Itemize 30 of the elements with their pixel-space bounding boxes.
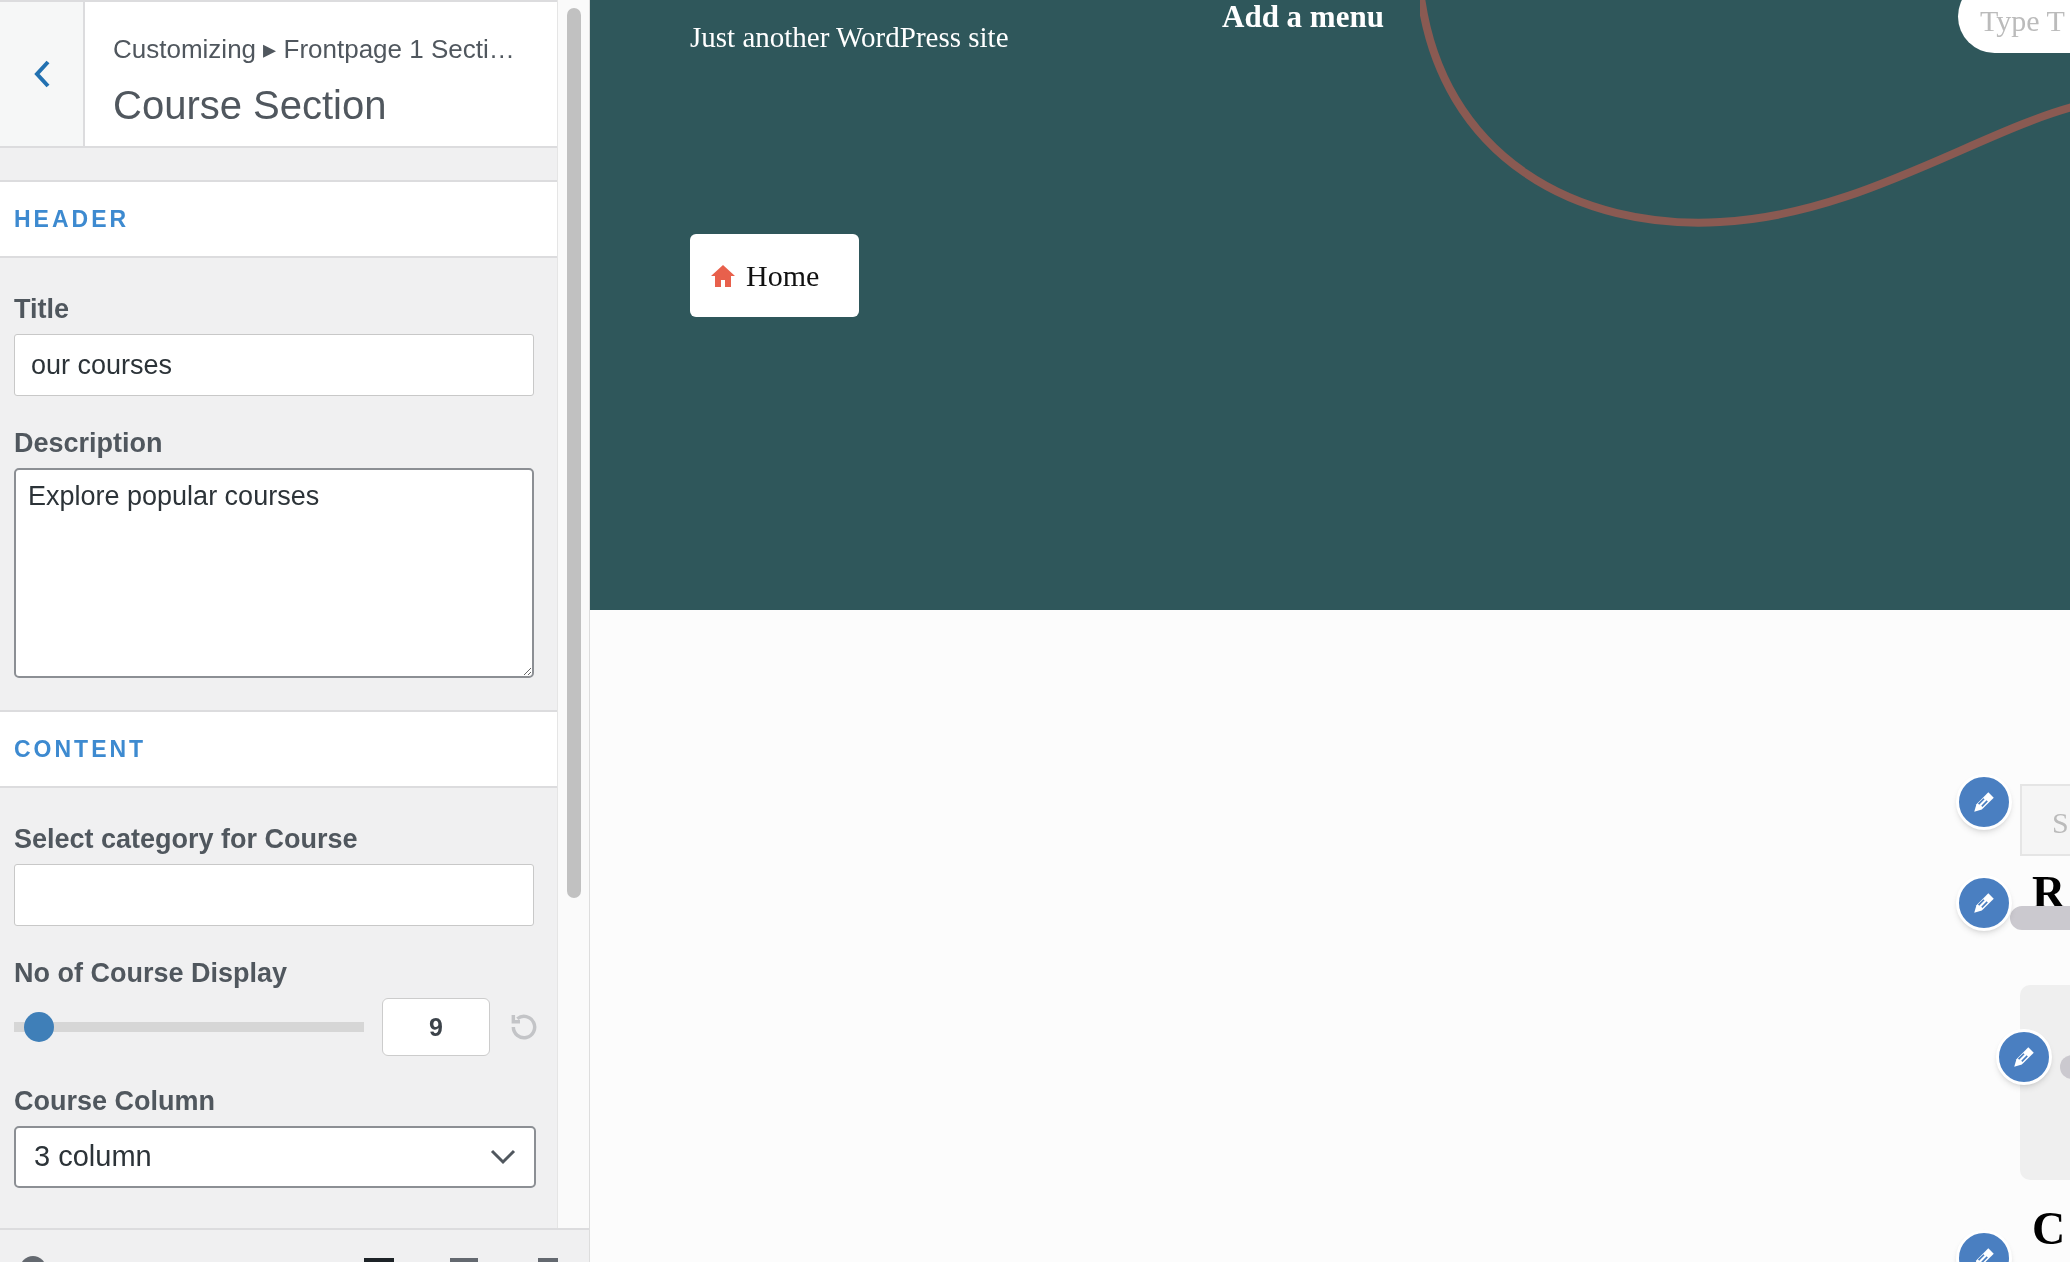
chevron-left-icon [32,59,51,89]
chevron-down-icon [490,1149,516,1165]
section-heading: HEADER [14,204,130,234]
heading-underline [2010,906,2070,930]
site-tagline: Just another WordPress site [690,20,1009,55]
slider-track[interactable] [14,1012,364,1042]
field-label: Description [14,427,164,460]
home-icon [710,263,736,288]
number-field[interactable]: 9 [382,998,490,1056]
field-label: Select category for Course [14,823,359,856]
section-heading: CONTENT [14,734,147,764]
description-textarea[interactable]: Explore popular courses [14,468,534,678]
edit-shortcut-button[interactable] [1996,1029,2052,1085]
section-heading: C [2032,1206,2066,1252]
panel-title: Course Section [113,82,388,129]
edit-shortcut-button[interactable] [1956,875,2012,931]
pencil-icon [1971,789,1997,815]
breadcrumb: Customizing ▸ Frontpage 1 Secti… [113,33,516,66]
column-select[interactable]: 3 column [14,1126,536,1188]
field-label: Title [14,293,70,326]
field-label: Course Column [14,1085,216,1118]
slider-thumb[interactable] [23,1012,54,1042]
text-field[interactable] [14,864,534,926]
home-button[interactable]: Home [690,234,859,317]
pencil-icon [1971,890,1997,916]
pencil-icon [2011,1044,2037,1070]
add-menu-link[interactable]: Add a menu [1222,0,1384,41]
text-field[interactable]: our courses [14,334,534,396]
edit-shortcut-button[interactable] [1956,774,2012,830]
field-label: No of Course Display [14,957,289,990]
